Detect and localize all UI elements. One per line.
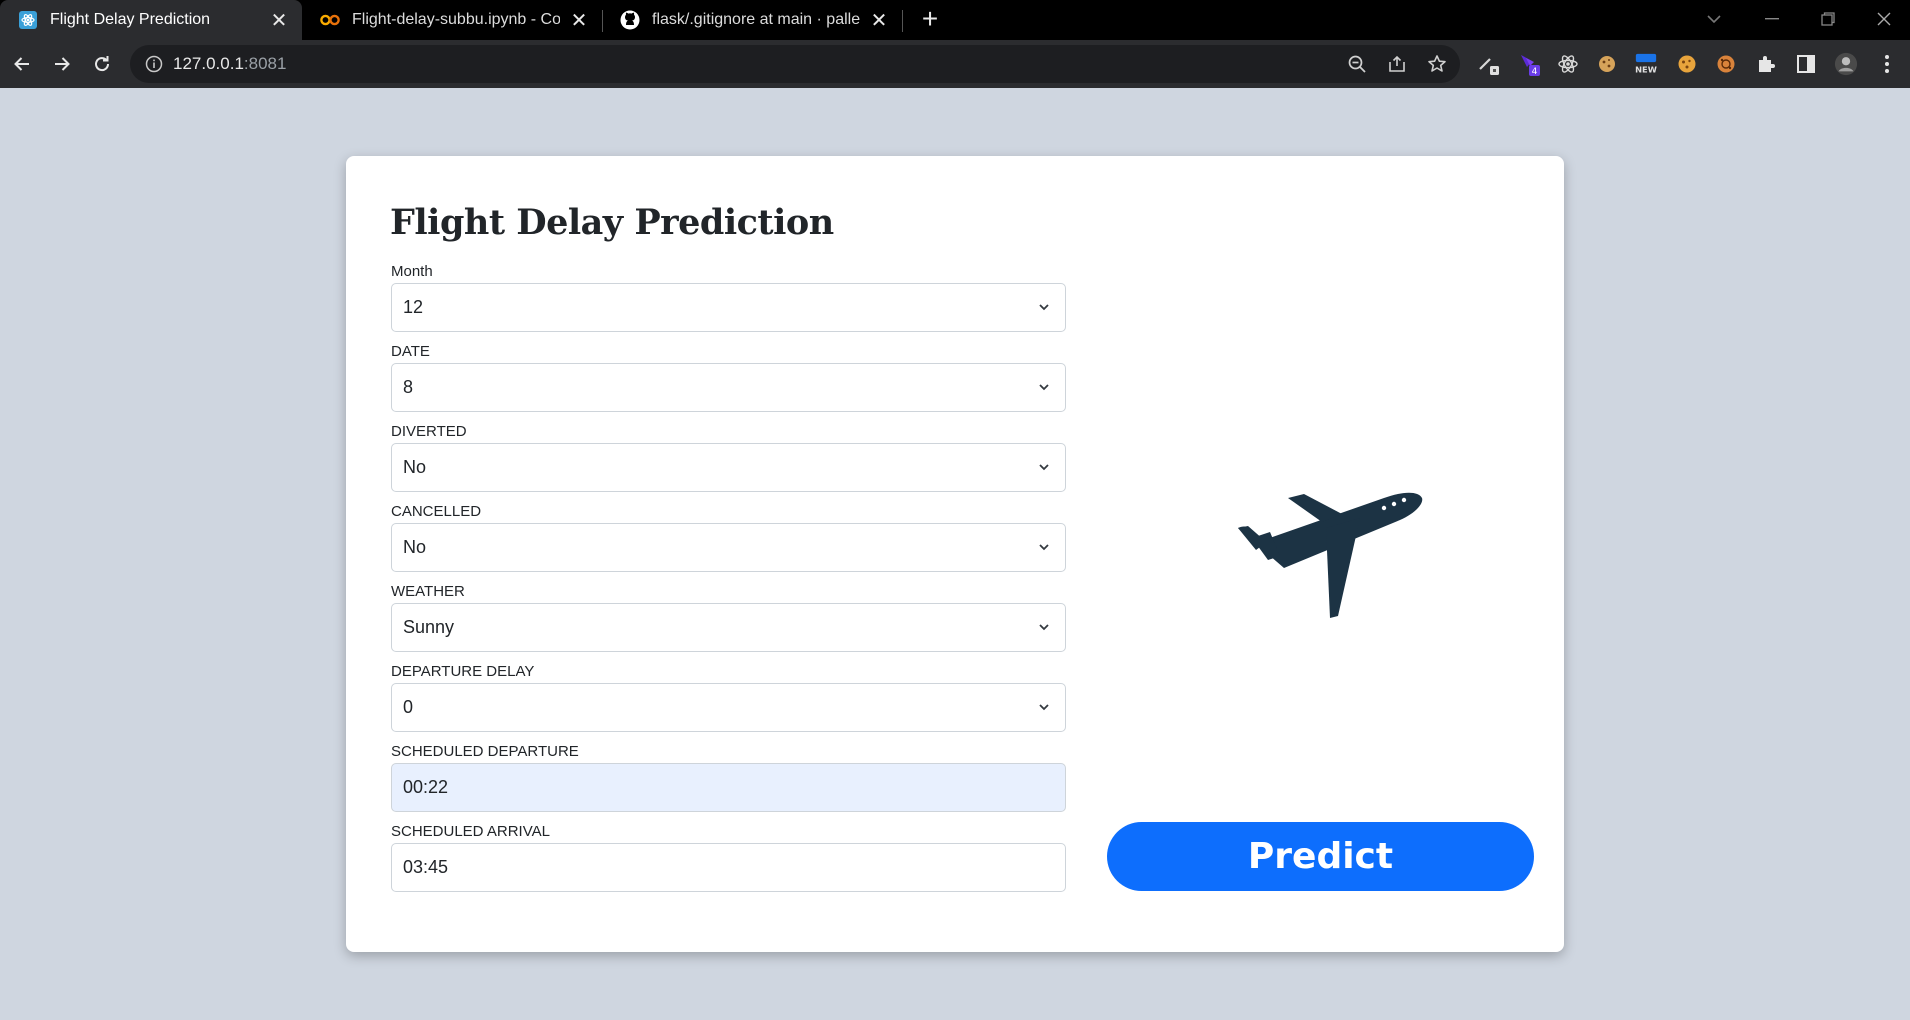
scheduled-departure-label: SCHEDULED DEPARTURE <box>391 743 579 760</box>
cookie-editor-icon[interactable] <box>1675 52 1699 76</box>
new-tab-icon[interactable]: + <box>915 3 945 34</box>
url-host: 127.0.0.1 <box>173 54 244 73</box>
diverted-label: DIVERTED <box>391 423 467 440</box>
browser-menu-icon[interactable] <box>1875 52 1899 76</box>
tab-colab-notebook[interactable]: Flight-delay-subbu.ipynb - Colab ✕ <box>302 0 602 40</box>
cookie-extension-icon[interactable] <box>1595 52 1619 76</box>
share-icon[interactable] <box>1386 53 1408 75</box>
date-label: DATE <box>391 343 430 360</box>
scheduled-departure-input[interactable]: 00:22 <box>391 763 1066 812</box>
chevron-down-icon <box>1039 544 1049 551</box>
side-panel-icon[interactable] <box>1794 52 1818 76</box>
diverted-value: No <box>403 457 427 477</box>
github-icon <box>620 10 640 30</box>
extension-new-label: NEW <box>1635 64 1657 74</box>
tab-strip: Flight Delay Prediction ✕ Flight-delay-s… <box>0 0 1910 40</box>
cancelled-select[interactable]: No <box>391 523 1066 572</box>
diverted-select[interactable]: No <box>391 443 1066 492</box>
atom-extension-icon[interactable] <box>1556 52 1580 76</box>
weather-value: Sunny <box>403 617 455 637</box>
departure-delay-value: 0 <box>403 697 414 717</box>
cancelled-value: No <box>403 537 427 557</box>
month-label: Month <box>391 263 433 280</box>
chevron-down-icon <box>1039 384 1049 391</box>
scheduled-arrival-input[interactable]: 03:45 <box>391 843 1066 892</box>
minimize-icon[interactable] <box>1752 4 1792 34</box>
scheduled-arrival-label: SCHEDULED ARRIVAL <box>391 823 550 840</box>
new-badge-extension-icon[interactable]: NEW <box>1634 52 1658 76</box>
zoom-out-icon[interactable] <box>1346 53 1368 75</box>
site-info-icon[interactable] <box>144 54 164 74</box>
chevron-down-icon <box>1039 464 1049 471</box>
date-select[interactable]: 8 <box>391 363 1066 412</box>
month-select[interactable]: 12 <box>391 283 1066 332</box>
back-arrow-icon[interactable] <box>6 48 38 80</box>
address-bar[interactable]: 127.0.0.1:8081 <box>130 45 1460 83</box>
url-port: :8081 <box>243 54 287 73</box>
browser-toolbar: 127.0.0.1:8081 4 NEW <box>0 40 1910 88</box>
bookmark-star-icon[interactable] <box>1426 53 1448 75</box>
weather-select[interactable]: Sunny <box>391 603 1066 652</box>
tab-title: Flight Delay Prediction <box>50 11 211 28</box>
close-tab-icon[interactable]: ✕ <box>268 9 290 32</box>
tab-separator <box>902 10 903 32</box>
scheduled-departure-value: 00:22 <box>403 777 449 797</box>
tab-flight-delay-prediction[interactable]: Flight Delay Prediction ✕ <box>0 0 302 40</box>
predict-button[interactable]: Predict <box>1107 822 1534 891</box>
page-title: Flight Delay Prediction <box>390 202 834 243</box>
chevron-down-icon <box>1039 704 1049 711</box>
tab-title: flask/.gitignore at main · pallets/f <box>652 11 860 28</box>
month-value: 12 <box>403 297 424 317</box>
extensions-puzzle-icon[interactable] <box>1754 52 1778 76</box>
cancelled-label: CANCELLED <box>391 503 482 520</box>
weather-label: WEATHER <box>391 583 465 600</box>
pen-extension-icon[interactable] <box>1477 52 1501 76</box>
tab-github-gitignore[interactable]: flask/.gitignore at main · pallets/f ✕ <box>602 0 902 40</box>
tab-search-icon[interactable] <box>1694 4 1734 34</box>
restore-icon[interactable] <box>1808 4 1848 34</box>
react-icon <box>18 10 38 30</box>
close-tab-icon[interactable]: ✕ <box>868 9 890 32</box>
cookie-manager-icon[interactable] <box>1714 52 1738 76</box>
url-text: 127.0.0.1:8081 <box>173 54 286 74</box>
chevron-down-icon <box>1039 304 1049 311</box>
purple-extension-icon[interactable]: 4 <box>1517 52 1541 76</box>
tab-title: Flight-delay-subbu.ipynb - Colab <box>352 11 560 28</box>
profile-avatar[interactable] <box>1834 52 1858 76</box>
reload-icon[interactable] <box>86 48 118 80</box>
departure-delay-label: DEPARTURE DELAY <box>391 663 535 680</box>
close-tab-icon[interactable]: ✕ <box>568 9 590 32</box>
colab-icon <box>320 10 340 30</box>
scheduled-arrival-value: 03:45 <box>403 857 449 877</box>
departure-delay-select[interactable]: 0 <box>391 683 1066 732</box>
chevron-down-icon <box>1039 624 1049 631</box>
forward-arrow-icon[interactable] <box>46 48 78 80</box>
date-value: 8 <box>403 377 414 397</box>
airplane-icon <box>1238 492 1423 618</box>
close-window-icon[interactable] <box>1864 4 1904 34</box>
extension-badge: 4 <box>1532 67 1538 76</box>
prediction-card: Flight Delay Prediction Month 12 DATE 8 … <box>346 156 1564 952</box>
